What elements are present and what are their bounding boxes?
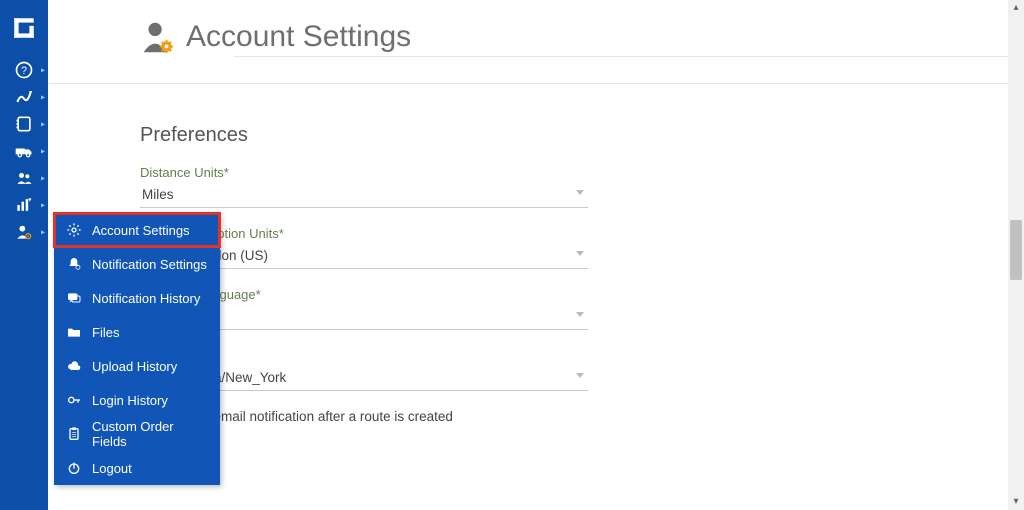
- nav-routes[interactable]: ▸: [0, 83, 48, 110]
- chevron-right-icon: ▸: [41, 146, 45, 155]
- analytics-icon: [14, 195, 34, 215]
- nav-account[interactable]: ▸: [0, 218, 48, 245]
- chevron-down-icon: [576, 190, 584, 195]
- submenu-label: Logout: [92, 461, 132, 476]
- submenu-login-history[interactable]: Login History: [54, 383, 220, 417]
- svg-text:?: ?: [21, 65, 27, 77]
- submenu-notification-settings[interactable]: Notification Settings: [54, 247, 220, 281]
- submenu-custom-order-fields[interactable]: Custom Order Fields: [54, 417, 220, 451]
- chevron-right-icon: ▸: [41, 119, 45, 128]
- scrollbar-down-icon[interactable]: ▾: [1008, 494, 1024, 510]
- clipboard-icon: [66, 426, 82, 442]
- submenu-label: Notification History: [92, 291, 200, 306]
- submenu-label: Account Settings: [92, 223, 190, 238]
- submenu-files[interactable]: Files: [54, 315, 220, 349]
- section-title: Preferences: [140, 124, 1008, 147]
- chevron-right-icon: ▸: [41, 173, 45, 182]
- submenu-label: Files: [92, 325, 119, 340]
- email-notification-row: Receive email notification after a route…: [140, 409, 1008, 424]
- submenu-label: Notification Settings: [92, 257, 207, 272]
- addressbook-icon: [14, 114, 34, 134]
- nav-addresses[interactable]: ▸: [0, 110, 48, 137]
- select-value: Miles: [142, 187, 174, 202]
- truck-icon: [14, 141, 34, 161]
- nav-rail: ? ▸ ▸ ▸ ▸ ▸ ▸: [0, 0, 48, 510]
- chevron-down-icon: [576, 312, 584, 317]
- submenu-account-settings[interactable]: Account Settings: [54, 213, 220, 247]
- logo-icon: [11, 15, 37, 41]
- nav-team[interactable]: ▸: [0, 164, 48, 191]
- chevron-down-icon: [576, 251, 584, 256]
- gear-icon: [66, 222, 82, 238]
- cloud-icon: [66, 358, 82, 374]
- chevron-down-icon: [576, 373, 584, 378]
- account-settings-header-icon: [138, 18, 176, 56]
- nav-analytics[interactable]: ▸: [0, 191, 48, 218]
- page-title: Account Settings: [186, 20, 411, 54]
- chat-icon: [66, 290, 82, 306]
- submenu-label: Custom Order Fields: [92, 419, 208, 449]
- scrollbar-track[interactable]: ▴ ▾: [1008, 0, 1024, 510]
- account-gear-icon: [14, 222, 34, 242]
- chevron-right-icon: ▸: [41, 200, 45, 209]
- submenu-label: Login History: [92, 393, 168, 408]
- key-icon: [66, 392, 82, 408]
- chevron-right-icon: ▸: [41, 227, 45, 236]
- field-distance-units: Distance Units* Miles: [140, 165, 588, 208]
- team-icon: [14, 168, 34, 188]
- field-label: Distance Units*: [140, 165, 588, 180]
- bell-gear-icon: [66, 256, 82, 272]
- nav-drivers[interactable]: ▸: [0, 137, 48, 164]
- power-icon: [66, 460, 82, 476]
- page-header: Account Settings: [48, 0, 1008, 84]
- submenu-label: Upload History: [92, 359, 177, 374]
- routes-icon: [14, 87, 34, 107]
- submenu-upload-history[interactable]: Upload History: [54, 349, 220, 383]
- folder-icon: [66, 324, 82, 340]
- title-divider: [234, 56, 1008, 57]
- submenu-notification-history[interactable]: Notification History: [54, 281, 220, 315]
- account-submenu: Account Settings Notification Settings N…: [54, 213, 220, 485]
- help-icon: ?: [14, 60, 34, 80]
- submenu-logout[interactable]: Logout: [54, 451, 220, 485]
- chevron-right-icon: ▸: [41, 65, 45, 74]
- chevron-right-icon: ▸: [41, 92, 45, 101]
- scrollbar-up-icon[interactable]: ▴: [1008, 0, 1024, 16]
- distance-units-select[interactable]: Miles: [140, 182, 588, 208]
- scrollbar-thumb[interactable]: [1010, 220, 1022, 280]
- app-logo[interactable]: [0, 0, 48, 56]
- nav-help[interactable]: ? ▸: [0, 56, 48, 83]
